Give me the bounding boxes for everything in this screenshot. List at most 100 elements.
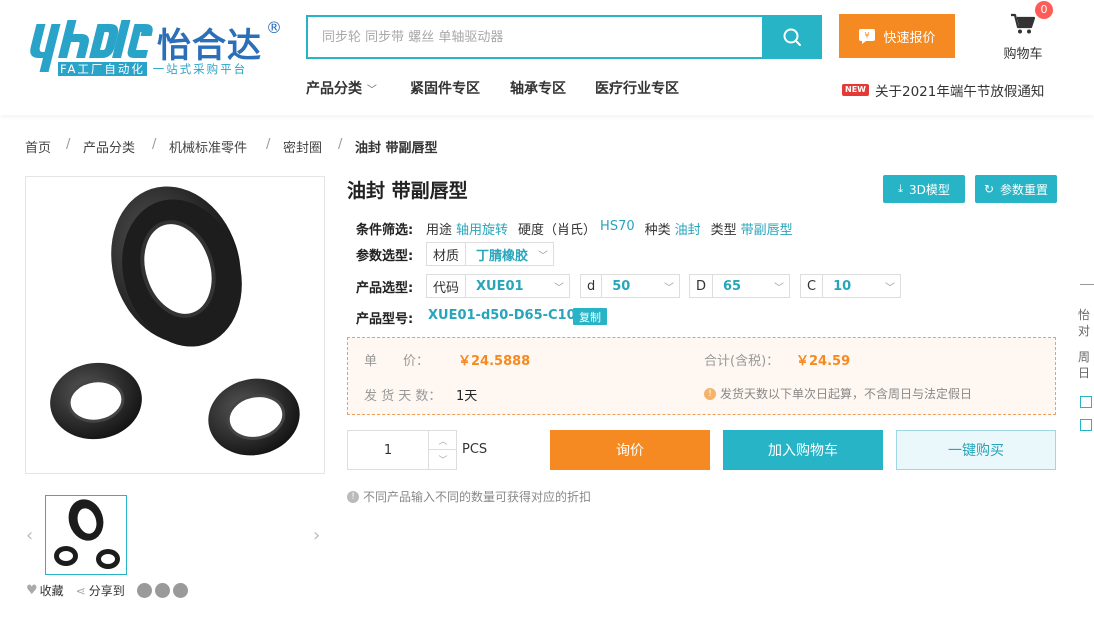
search-button[interactable]: [762, 15, 822, 59]
svg-text:¥: ¥: [865, 31, 870, 40]
search-input[interactable]: [322, 29, 762, 45]
ship-days-value: 1天: [456, 389, 478, 404]
width-value: 10: [833, 278, 852, 294]
chevron-down-icon: ﹀: [885, 282, 895, 294]
chevron-down-icon: ﹀: [554, 282, 564, 294]
outer-diameter-select[interactable]: D 65 ﹀: [689, 274, 790, 298]
discount-tip: ! 不同产品输入不同的数量可获得对应的折扣: [347, 488, 591, 505]
filter-key: 类型: [710, 223, 737, 238]
breadcrumb-product-category[interactable]: 产品分类: [83, 137, 135, 156]
reset-params-button[interactable]: ↻ 参数重置: [975, 175, 1057, 203]
nav-fastener-zone[interactable]: 紧固件专区: [410, 78, 480, 98]
quick-quote-button[interactable]: ¥ 快速报价: [839, 14, 955, 58]
cart-icon: [1011, 13, 1036, 34]
breadcrumb-separator: /: [152, 137, 157, 152]
outer-diameter-key: D: [690, 275, 714, 297]
breadcrumb-separator: /: [338, 137, 343, 152]
side-icon[interactable]: [1080, 396, 1092, 408]
side-divider: [1080, 284, 1094, 285]
breadcrumb-seal-ring[interactable]: 密封圈: [283, 137, 322, 156]
quantity-decrement[interactable]: ﹀: [428, 450, 457, 469]
code-value: XUE01: [476, 278, 524, 294]
reset-icon: ↻: [983, 182, 995, 196]
gallery-prev-arrow[interactable]: ‹: [26, 525, 33, 546]
material-key: 材质: [427, 243, 467, 265]
ship-days-label: 发 货 天 数：: [364, 389, 442, 404]
copy-button[interactable]: 复制: [573, 308, 607, 325]
chevron-down-icon: ﹀: [664, 282, 674, 294]
filter-value[interactable]: HS70: [600, 219, 635, 238]
heart-icon[interactable]: ♥: [26, 583, 38, 598]
cart-button[interactable]: 0 购物车: [998, 1, 1053, 65]
material-select[interactable]: 材质 丁腈橡胶 ﹀: [426, 242, 554, 266]
quick-quote-label: 快速报价: [883, 30, 936, 46]
holiday-notice-text: 关于2021年端午节放假通知: [874, 84, 1045, 100]
product-select-label: 产品选型:: [356, 281, 414, 296]
gallery-thumbnail[interactable]: [45, 495, 127, 575]
inner-diameter-value: 50: [612, 278, 631, 294]
gallery-next-arrow[interactable]: ›: [313, 525, 320, 546]
3d-model-label: 3D模型: [908, 182, 950, 197]
quote-icon: ¥: [859, 29, 876, 44]
holiday-notice-link[interactable]: NEW 关于2021年端午节放假通知: [842, 80, 1044, 100]
chevron-down-icon: ﹀: [538, 250, 548, 262]
total-price-label: 合计(含税)：: [704, 354, 780, 369]
logo-tagline-prefix: FA工厂自动化: [58, 62, 147, 76]
quantity-input[interactable]: [348, 431, 428, 469]
info-icon: !: [347, 490, 359, 503]
filter-value[interactable]: 带副唇型: [741, 219, 793, 238]
nav-medical-zone[interactable]: 医疗行业专区: [595, 78, 679, 98]
quantity-unit: PCS: [462, 442, 488, 457]
nav-product-category[interactable]: 产品分类 ﹀: [306, 78, 377, 98]
filter-key: 硬度（肖氏）: [518, 223, 597, 238]
width-select[interactable]: C 10 ﹀: [800, 274, 901, 298]
breadcrumb-home[interactable]: 首页: [25, 137, 51, 156]
nav-product-category-label: 产品分类: [306, 81, 362, 97]
code-select[interactable]: 代码 XUE01 ﹀: [426, 274, 570, 298]
logo-text[interactable]: 怡合达: [157, 18, 262, 67]
breadcrumb-mechanical-parts[interactable]: 机械标准零件: [169, 137, 247, 156]
inner-diameter-key: d: [581, 275, 603, 297]
add-to-cart-button[interactable]: 加入购物车: [723, 430, 883, 470]
side-panel-text: 日: [1078, 366, 1091, 380]
breadcrumb-separator: /: [266, 137, 271, 152]
param-label: 参数选型:: [356, 249, 414, 264]
cart-label: 购物车: [1003, 47, 1043, 62]
3d-model-button[interactable]: ⤓ 3D模型: [883, 175, 965, 203]
weibo-icon[interactable]: [172, 583, 188, 598]
filter-value[interactable]: 油封: [675, 219, 701, 238]
new-badge: NEW: [842, 84, 869, 96]
code-key: 代码: [427, 275, 467, 297]
reset-params-label: 参数重置: [1000, 182, 1049, 197]
quantity-stepper: ︿ ﹀: [347, 430, 457, 470]
share-label: 分享到: [88, 584, 125, 598]
filter-value[interactable]: 轴用旋转: [456, 219, 508, 238]
qq-icon[interactable]: [154, 583, 170, 598]
side-panel-text: 周: [1078, 350, 1091, 364]
chevron-down-icon: ﹀: [774, 282, 784, 294]
wechat-icon[interactable]: [136, 583, 152, 598]
product-main-image[interactable]: [25, 176, 325, 474]
filter-label: 条件筛选:: [356, 223, 414, 238]
site-header: 怡合达 ® FA工厂自动化 一站式采购平台 ¥ 快速报价 0 购物车 产品分类 …: [0, 0, 1094, 115]
product-title: 油封 带副唇型: [347, 180, 468, 202]
share-icon: ⋖: [75, 583, 86, 598]
model-label: 产品型号:: [356, 312, 414, 327]
favorite-link[interactable]: 收藏: [40, 582, 64, 599]
search-icon: [783, 28, 801, 46]
side-panel-text: 对: [1078, 324, 1091, 338]
inner-diameter-select[interactable]: d 50 ﹀: [580, 274, 680, 298]
filter-key: 种类: [644, 223, 671, 238]
side-icon[interactable]: [1080, 419, 1092, 431]
total-price-value: ￥24.59: [796, 354, 851, 369]
search-box: [306, 15, 762, 59]
buy-now-button[interactable]: 一键购买: [896, 430, 1056, 470]
registered-mark: ®: [266, 18, 282, 37]
quantity-increment[interactable]: ︿: [428, 431, 457, 450]
model-number: XUE01-d50-D65-C10: [428, 308, 576, 323]
unit-price-value: ￥24.5888: [458, 354, 531, 369]
nav-bearing-zone[interactable]: 轴承专区: [510, 78, 566, 98]
inquire-button[interactable]: 询价: [550, 430, 710, 470]
side-panel-text: 怡: [1078, 308, 1091, 322]
filter-conditions: 用途 轴用旋转 硬度（肖氏） HS70 种类 油封 类型 带副唇型: [426, 219, 799, 238]
